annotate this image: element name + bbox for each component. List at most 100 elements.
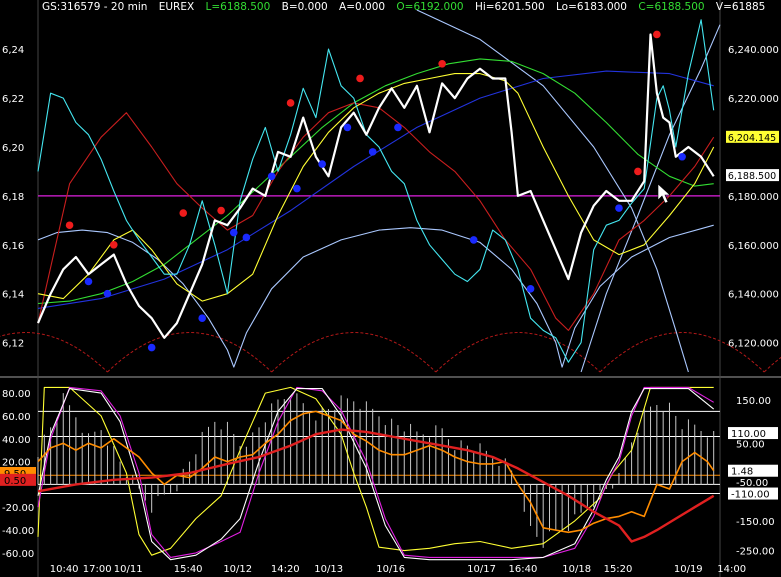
price-left-tick-label: 6,18 — [2, 192, 24, 203]
exchange-label: EUREX — [158, 1, 195, 13]
oscillator-left-tick-label: -20.00 — [2, 503, 34, 514]
blue-signal-dot — [242, 233, 251, 242]
oscillator-right-tick-label: -150.00 — [736, 517, 775, 528]
oscillator-right-tick-label: -50.00 — [736, 478, 768, 489]
chart-window: 6,24 6,22 6,20 6,18 6,16 6,14 6,12 6,240.000 6,2… — [0, 0, 781, 577]
value-tags: 6,204.1456,188.500110.001.48-110.009.500… — [0, 130, 779, 501]
price-tag-text: 6,204.145 — [728, 133, 776, 144]
time-axis-label: 15:20 — [604, 564, 633, 575]
oscillator-right-tick-label: -250.00 — [736, 547, 775, 558]
volume-label: V=61885 — [715, 1, 766, 13]
oscillator-value-tag: 1.48 — [728, 464, 778, 478]
cycle-arcs-dashed — [0, 332, 781, 373]
lightblue-arch-line — [37, 224, 714, 368]
yellow-oscillator-line — [37, 386, 714, 556]
blue-signal-dot — [678, 152, 686, 161]
price-right-tick-label: 6,240.000 — [728, 45, 779, 56]
price-left-tick-label: 6,16 — [2, 241, 24, 252]
oscillator-left-tick-label: 20.00 — [2, 458, 31, 469]
blue-signal-dot — [267, 172, 276, 181]
blue-signal-dot — [293, 184, 301, 193]
oscillator-left-tick-label: 60.00 — [2, 412, 31, 423]
blue-signal-dot — [368, 148, 377, 156]
signal-markers — [65, 30, 686, 352]
oscillator-left-tick-label: -40.00 — [2, 526, 34, 537]
axis-labels: 6,24 6,22 6,20 6,18 6,16 6,14 6,12 6,240.000 6,2… — [2, 45, 779, 575]
red-signal-dot — [438, 60, 446, 68]
blue-signal-dot — [318, 160, 326, 168]
blue-signal-dot — [147, 343, 156, 352]
time-axis-label: 10/11 — [114, 564, 143, 575]
time-axis-label: 16:40 — [509, 564, 538, 575]
close-price: C=6188.500 — [638, 1, 705, 13]
red-ma-line — [37, 102, 715, 331]
quote-header: GS:316579 - 20 min EUREX L=6188.500 B=0.… — [42, 1, 773, 13]
price-tag-text: 6,188.500 — [728, 171, 776, 182]
blue-signal-dot — [615, 204, 623, 212]
time-axis-label: 17:00 — [83, 564, 112, 575]
time-axis-label: 10/19 — [674, 564, 703, 575]
time-axis-label: 10/12 — [223, 564, 252, 575]
oscillator-right-tick-label: 150.00 — [736, 396, 771, 407]
price-value-tag: 6,204.145 — [726, 130, 779, 144]
cycle-arc — [271, 332, 437, 373]
oscillator-left-tick-label: 80.00 — [2, 389, 31, 400]
time-axis-label: 10/18 — [562, 564, 591, 575]
oscillator-left-tick-label: -60.00 — [2, 549, 34, 560]
series-lines — [0, 9, 781, 561]
blue-signal-dot — [198, 314, 206, 322]
oscillator-value-tag: -110.00 — [728, 487, 778, 501]
price-value-tag: 6,188.500 — [726, 169, 779, 182]
price-line — [36, 33, 715, 339]
blue-signal-dot — [343, 123, 352, 132]
price-left-tick-label: 6,12 — [2, 339, 24, 350]
price-right-tick-label: 6,160.000 — [728, 241, 779, 252]
time-axis-label: 14:00 — [717, 564, 746, 575]
ask-price: A=0.000 — [339, 1, 386, 13]
mouse-cursor-icon — [657, 183, 671, 204]
price-right-tick-label: 6,140.000 — [728, 290, 779, 301]
red-signal-dot — [286, 99, 295, 107]
lightblue-diagonal-line-2 — [580, 24, 721, 373]
oscillator-tag-text: 110.00 — [731, 429, 766, 440]
oscillator-right-tick-label: 50.00 — [736, 439, 765, 450]
time-axis-label: 14:20 — [271, 564, 300, 575]
open-price: O=6192.000 — [396, 1, 464, 13]
red-signal-dot — [217, 206, 225, 215]
price-right-tick-label: 6,180.000 — [728, 192, 779, 203]
bid-price: B=0.000 — [281, 1, 328, 13]
orange-oscillator-line — [37, 410, 715, 534]
time-axis-label: 10/13 — [314, 564, 343, 575]
oscillator-tag-text: 1.48 — [731, 467, 753, 478]
time-axis-label: 10/17 — [467, 564, 496, 575]
histogram-bars — [37, 393, 715, 548]
red-signal-dot — [179, 209, 188, 217]
oscillator-left-tick-label: 40.00 — [2, 435, 31, 446]
blue-signal-dot — [103, 289, 112, 298]
price-left-tick-label: 6,24 — [2, 45, 24, 56]
blue-signal-dot — [229, 228, 238, 237]
magenta-oscillator-line — [37, 386, 714, 558]
chart-canvas: 6,24 6,22 6,20 6,18 6,16 6,14 6,12 6,240.000 6,2… — [0, 0, 781, 577]
blue-signal-dot — [469, 236, 478, 244]
price-right-tick-label: 6,220.000 — [728, 94, 779, 105]
red-signal-dot — [356, 74, 364, 83]
red-signal-dot — [653, 30, 661, 39]
cycle-arc — [107, 332, 272, 373]
oscillator-value-tag: 110.00 — [728, 427, 778, 440]
price-left-tick-label: 6,14 — [2, 290, 24, 301]
low-price: Lo=6183.000 — [556, 1, 627, 13]
last-price: L=6188.500 — [205, 1, 271, 13]
time-axis-label: 10/16 — [376, 564, 405, 575]
red-signal-dot — [65, 221, 74, 230]
symbol-label: GS:316579 - 20 min — [42, 1, 148, 13]
price-left-tick-label: 6,20 — [2, 143, 24, 154]
oscillator-tag-text: 0.50 — [4, 476, 26, 487]
red-signal-dot — [634, 167, 642, 176]
time-axis-label: 10:40 — [50, 564, 79, 575]
price-left-tick-label: 6,22 — [2, 94, 24, 105]
high-price: Hi=6201.500 — [474, 1, 545, 13]
blue-signal-dot — [394, 123, 402, 132]
price-right-tick-label: 6,120.000 — [728, 339, 779, 350]
blue-signal-dot — [526, 285, 535, 293]
